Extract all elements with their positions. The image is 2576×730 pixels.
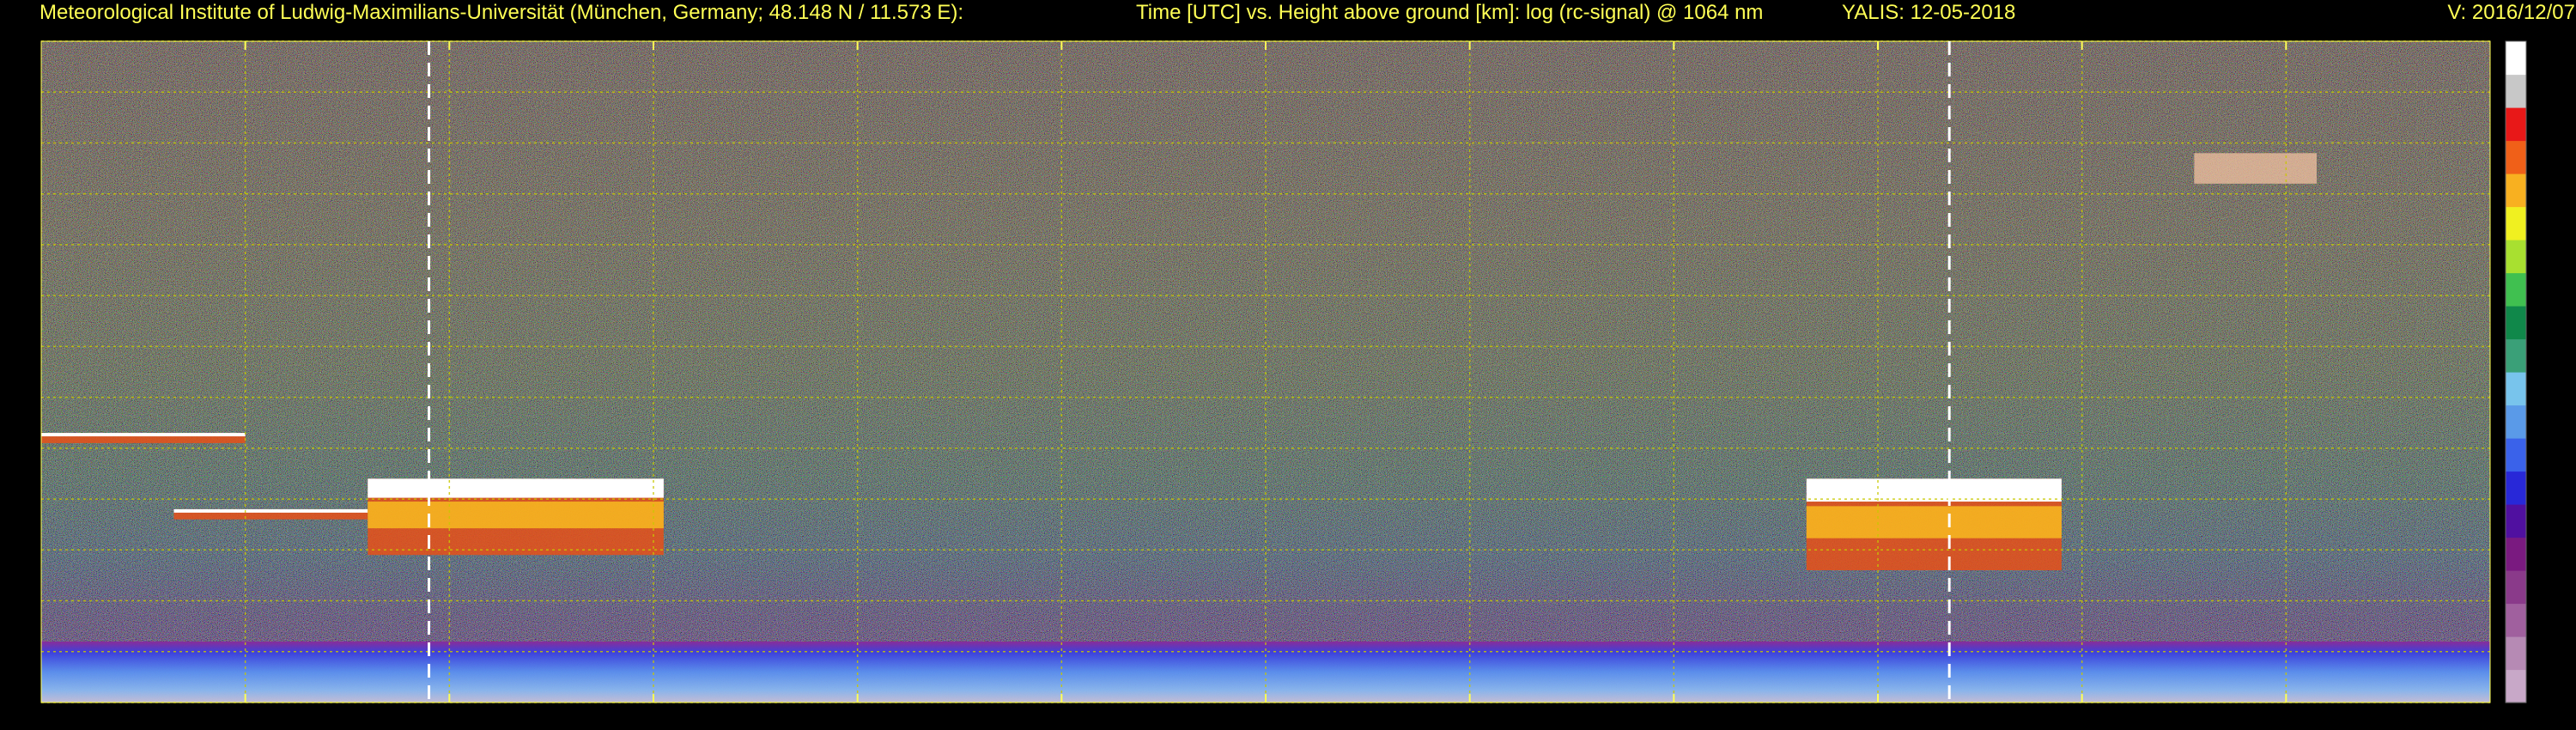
colorbar-segment: [2506, 272, 2526, 307]
feature-1-top: [41, 433, 246, 437]
header-center-title: Time [UTC] vs. Height above ground [km]:…: [1136, 1, 1763, 24]
feature-5: [2194, 153, 2317, 184]
colorbar-segment: [2506, 603, 2526, 637]
colorbar-segment: [2506, 669, 2526, 703]
colorbar-segment: [2506, 438, 2526, 472]
feature-4-mid: [1806, 506, 2062, 538]
colorbar-segment: [2506, 537, 2526, 571]
colorbar-segment: [2506, 173, 2526, 208]
colorbar-segment: [2506, 306, 2526, 340]
colorbar-segment: [2506, 107, 2526, 142]
header-station-date: YALIS: 12-05-2018: [1842, 1, 2015, 24]
colorbar-segment: [2506, 240, 2526, 274]
feature-1: [41, 433, 246, 443]
feature-4-top: [1806, 478, 2062, 502]
feature-2: [173, 508, 368, 520]
colorbar-segment: [2506, 570, 2526, 605]
colorbar-segment: [2506, 206, 2526, 240]
colorbar: [2505, 40, 2527, 703]
colorbar-segment: [2506, 338, 2526, 373]
feature-3-top: [368, 478, 664, 498]
feature-3: [368, 478, 664, 556]
colorbar-segment: [2506, 504, 2526, 538]
colorbar-segment: [2506, 41, 2526, 76]
lidar-chart: Meteorological Institute of Ludwig-Maxim…: [39, 1, 2575, 703]
colorbar-segment: [2506, 636, 2526, 671]
feature-3-mid: [368, 502, 664, 529]
header-version: V: 2016/12/07: [2447, 1, 2575, 24]
header-left-title: Meteorological Institute of Ludwig-Maxim…: [39, 1, 963, 24]
colorbar-segment: [2506, 140, 2526, 174]
feature-4: [1806, 478, 2062, 570]
colorbar-segment: [2506, 405, 2526, 439]
colorbar-segment: [2506, 372, 2526, 406]
feature-2-top: [173, 508, 368, 513]
colorbar-segment: [2506, 471, 2526, 505]
colorbar-segment: [2506, 74, 2526, 108]
